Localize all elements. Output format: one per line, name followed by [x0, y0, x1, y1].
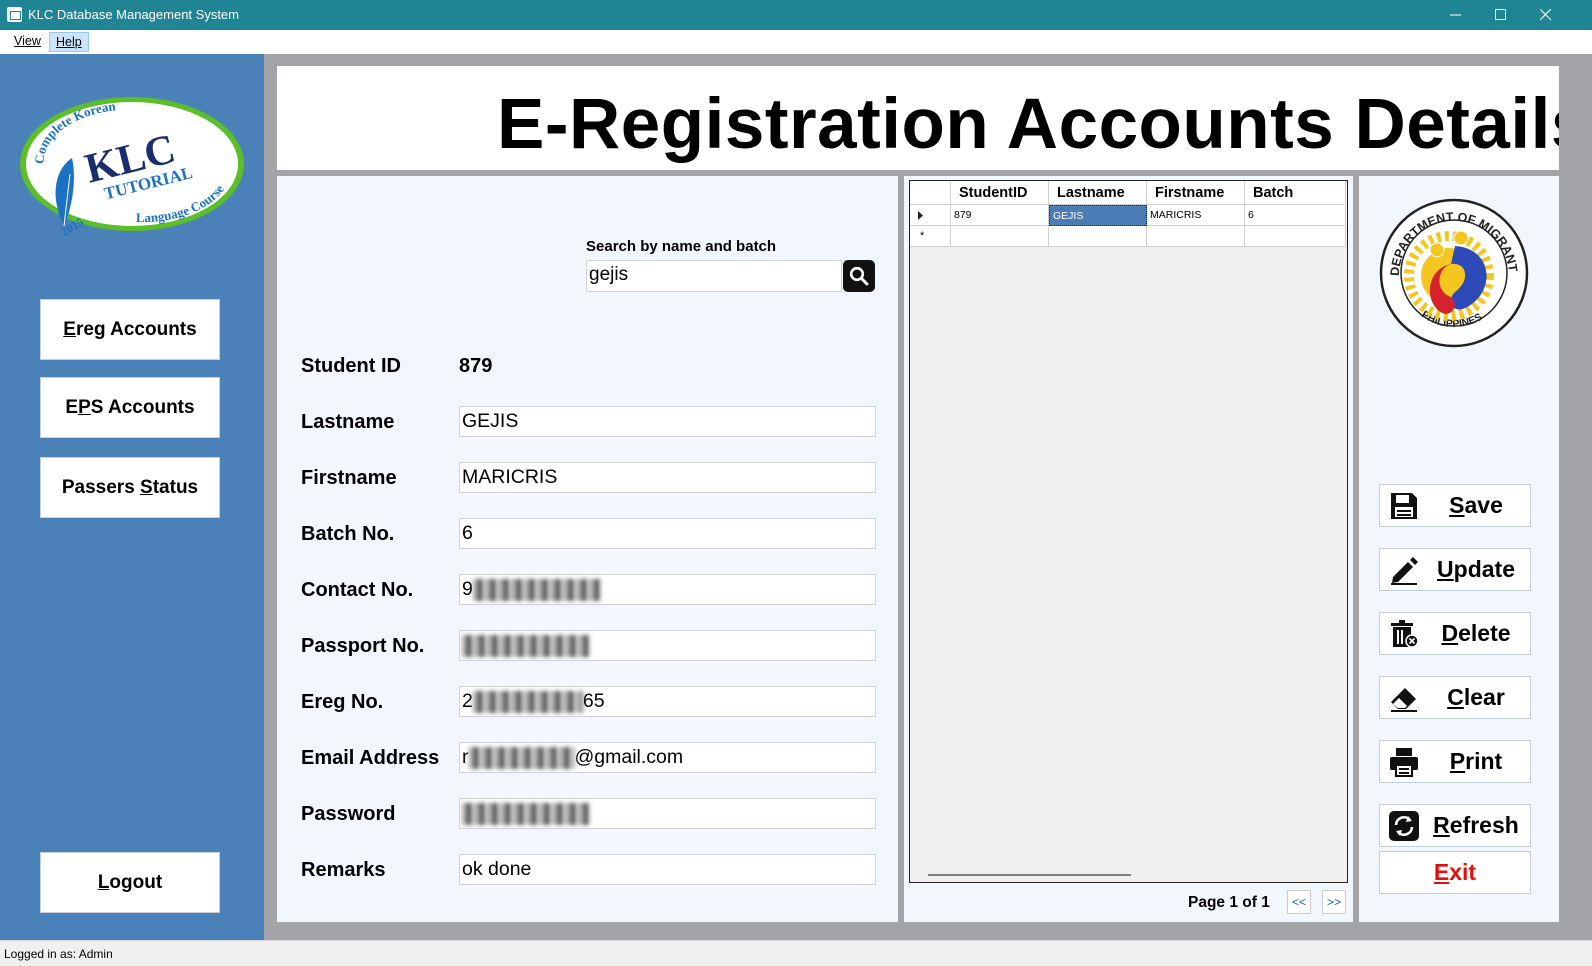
- column-header[interactable]: Batch: [1245, 181, 1346, 205]
- redacted-blur: [468, 746, 575, 769]
- prev-page-button[interactable]: <<: [1287, 890, 1311, 914]
- search-icon: [849, 266, 869, 286]
- column-header[interactable]: StudentID: [951, 181, 1049, 205]
- remarks-field[interactable]: ok done: [459, 854, 876, 885]
- status-bar: Logged in as: Admin: [0, 940, 1592, 966]
- save-icon: [1391, 493, 1417, 519]
- eraser-icon: [1391, 688, 1417, 712]
- refresh-button[interactable]: Refresh: [1379, 804, 1531, 847]
- window-title: KLC Database Management System: [28, 7, 239, 22]
- menu-bar: View Help: [0, 30, 1592, 54]
- table-cell[interactable]: [1147, 226, 1245, 247]
- minimize-icon: [1450, 14, 1461, 16]
- contact-label: Contact No.: [301, 579, 414, 601]
- firstname-field[interactable]: MARICRIS: [459, 462, 876, 493]
- student-id-value: 879: [459, 355, 493, 377]
- current-row-icon: [918, 211, 923, 220]
- delete-button[interactable]: Delete: [1379, 612, 1531, 655]
- refresh-icon: [1389, 811, 1419, 841]
- passport-label: Passport No.: [301, 635, 425, 657]
- maximize-button[interactable]: [1478, 0, 1524, 30]
- trash-icon: [1391, 620, 1419, 648]
- ereg-accounts-button[interactable]: Ereg Accounts: [40, 299, 220, 360]
- app-body: Complete Korean Language Course KLC TUTO…: [0, 54, 1592, 940]
- page-title: E-Registration Accounts Details: [497, 85, 1559, 164]
- firstname-label: Firstname: [301, 467, 397, 489]
- password-label: Password: [301, 803, 396, 825]
- grid-corner: [910, 181, 951, 205]
- clear-button[interactable]: Clear: [1379, 676, 1531, 719]
- email-label: Email Address: [301, 747, 440, 769]
- search-button[interactable]: [843, 260, 875, 292]
- table-cell[interactable]: [1245, 226, 1346, 247]
- new-row-header[interactable]: *: [910, 226, 951, 247]
- minimize-button[interactable]: [1433, 0, 1479, 30]
- row-header[interactable]: [910, 205, 951, 226]
- logout-button[interactable]: Logout: [40, 852, 220, 913]
- lastname-field[interactable]: GEJIS: [459, 406, 876, 437]
- batch-field[interactable]: 6: [459, 518, 876, 549]
- save-button[interactable]: Save: [1379, 484, 1531, 527]
- remarks-label: Remarks: [301, 859, 386, 881]
- contact-field[interactable]: 9: [459, 574, 876, 605]
- menu-help[interactable]: Help: [49, 32, 89, 52]
- update-button[interactable]: Update: [1379, 548, 1531, 591]
- table-cell[interactable]: [1049, 226, 1147, 247]
- table-cell[interactable]: GEJIS: [1049, 205, 1147, 226]
- passport-field[interactable]: [459, 630, 876, 661]
- close-icon: [1540, 9, 1552, 21]
- ereg-field[interactable]: 2 65: [459, 686, 876, 717]
- login-status: Logged in as: Admin: [4, 947, 113, 961]
- lastname-label: Lastname: [301, 411, 395, 433]
- page-header: E-Registration Accounts Details: [277, 66, 1559, 170]
- app-icon: [7, 7, 22, 22]
- column-header[interactable]: Lastname: [1049, 181, 1147, 205]
- close-button[interactable]: [1523, 0, 1569, 30]
- next-page-button[interactable]: >>: [1322, 890, 1346, 914]
- redacted-blur: [462, 634, 590, 657]
- passers-status-button[interactable]: Passers Status: [40, 457, 220, 518]
- horizontal-scrollbar[interactable]: [928, 874, 1131, 876]
- table-cell[interactable]: [951, 226, 1049, 247]
- exit-button[interactable]: Exit: [1379, 851, 1531, 894]
- search-input[interactable]: gejis: [586, 260, 842, 292]
- sidebar: Complete Korean Language Course KLC TUTO…: [0, 54, 264, 940]
- menu-view[interactable]: View: [8, 32, 47, 52]
- password-field[interactable]: [459, 798, 876, 829]
- column-header[interactable]: Firstname: [1147, 181, 1245, 205]
- dmw-seal-logo: DEPARTMENT OF MIGRANT WORKERS PHILIPPINE…: [1379, 198, 1529, 348]
- search-label: Search by name and batch: [586, 238, 777, 255]
- maximize-icon: [1495, 9, 1506, 20]
- page-indicator: Page 1 of 1: [1188, 894, 1270, 911]
- results-panel: StudentID Lastname Firstname Batch 879 G…: [904, 176, 1353, 922]
- print-button[interactable]: Print: [1379, 740, 1531, 783]
- redacted-blur: [462, 802, 590, 825]
- email-field[interactable]: r @gmail.com: [459, 742, 876, 773]
- pencil-icon: [1391, 557, 1418, 585]
- title-bar: KLC Database Management System: [0, 0, 1592, 30]
- ereg-label: Ereg No.: [301, 691, 384, 713]
- printer-icon: [1390, 748, 1418, 777]
- redacted-blur: [472, 690, 583, 713]
- klc-logo: Complete Korean Language Course KLC TUTO…: [20, 97, 244, 238]
- student-id-label: Student ID: [301, 355, 401, 377]
- table-cell[interactable]: 6: [1245, 205, 1346, 226]
- eps-accounts-button[interactable]: EPS Accounts: [40, 377, 220, 438]
- table-cell[interactable]: 879: [951, 205, 1049, 226]
- table-cell[interactable]: MARICRIS: [1147, 205, 1245, 226]
- results-grid[interactable]: StudentID Lastname Firstname Batch 879 G…: [909, 180, 1348, 883]
- action-panel: DEPARTMENT OF MIGRANT WORKERS PHILIPPINE…: [1359, 176, 1559, 922]
- batch-label: Batch No.: [301, 523, 395, 545]
- details-form: Search by name and batch gejis Student I…: [277, 176, 898, 922]
- redacted-blur: [472, 578, 601, 601]
